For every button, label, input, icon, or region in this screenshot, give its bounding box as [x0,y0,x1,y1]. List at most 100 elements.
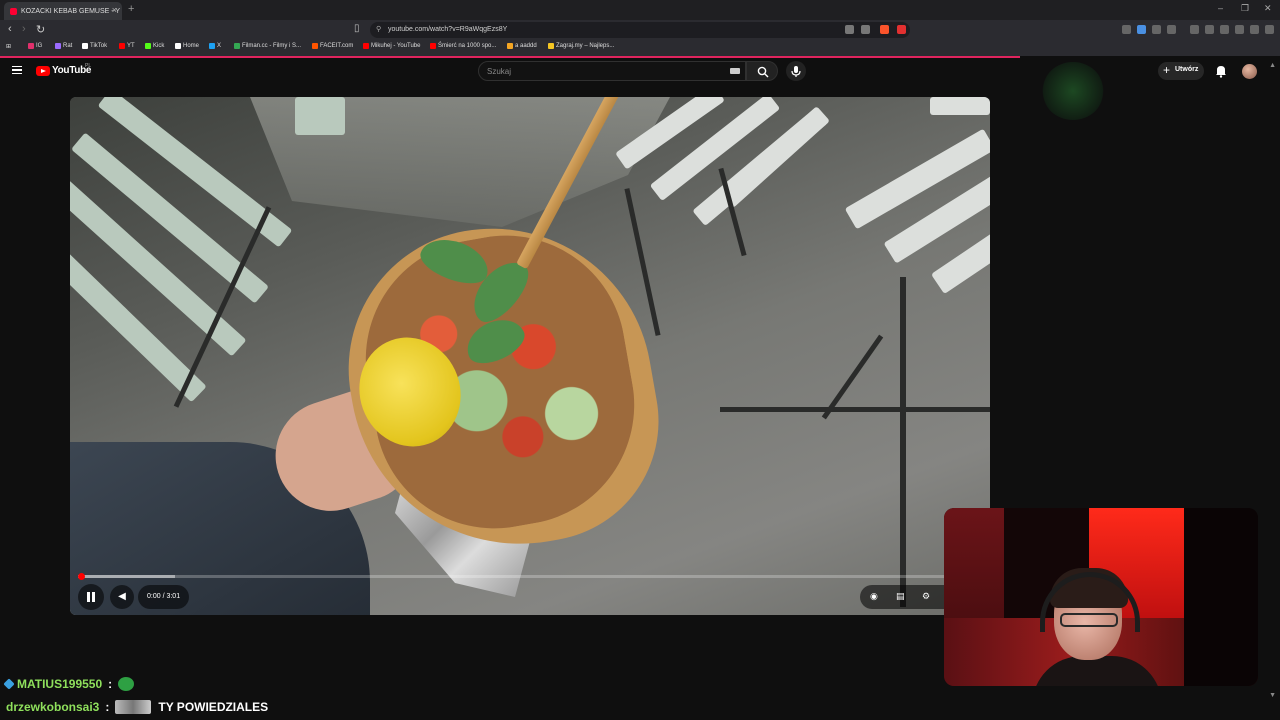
bookmark-item[interactable]: Mikuhej - YouTube [363,43,420,49]
extension-icon[interactable] [1167,25,1176,34]
webcam-overlay [944,508,1258,686]
chat-username: drzewkobonsai3 [6,700,100,714]
tab-active[interactable]: KOZACKI KEBAB GEMUSE - Y × [4,2,122,20]
bookmark-item[interactable]: FACEIT.com [312,43,353,49]
chat-separator: : [105,700,110,714]
pepe-emote-icon [118,677,135,691]
chat-message: drzewkobonsai3 : TY POWIEDZIALES [6,700,268,714]
country-code: PL [85,63,92,69]
buffered-bar [78,575,175,578]
tab-close-icon[interactable]: × [112,5,117,15]
bookmark-favicon-icon [548,43,554,49]
address-toolbar: ‹ › ↻ ▯ ⚲ youtube.com/watch?v=R9aWqgEzs8… [0,20,1280,40]
forward-icon[interactable]: › [22,23,26,35]
youtube-icon [119,43,125,49]
reload-icon[interactable]: ↻ [36,23,45,36]
chair-leg [720,407,990,412]
close-window-icon[interactable]: ✕ [1264,3,1272,14]
bookmark-item[interactable]: YT [119,43,135,49]
apps-icon[interactable]: ⊞ [6,43,11,50]
music-icon[interactable] [1190,25,1199,34]
notifications-bell-icon[interactable] [1214,64,1228,78]
bookmark-favicon-icon [55,43,61,49]
bookmark-item[interactable]: Rat [55,43,72,49]
plus-icon: + [1163,63,1171,77]
search-icon [757,66,769,78]
badge-icon [3,678,15,690]
browser-tab-strip: KOZACKI KEBAB GEMUSE - Y × + – ❐ ✕ [0,0,1280,20]
voice-search-button[interactable] [786,61,806,81]
bookmark-item[interactable]: TikTok [82,43,107,49]
streamer-body [1032,656,1162,686]
bookmark-item[interactable]: IG [28,43,42,49]
bookmarks-bar: ⊞ IG Rat TikTok YT Kick Home X Filman.cc… [0,40,1280,56]
sidebar-icon[interactable] [1205,25,1214,34]
extension-icon[interactable] [1122,25,1131,34]
scroll-up-icon[interactable]: ▲ [1269,62,1276,69]
bookmark-icon[interactable]: ▯ [354,23,360,34]
bookmark-item[interactable]: Zagraj.my – Najleps... [548,43,614,49]
bookmark-item[interactable]: Śmierć na 1000 spo... [430,43,496,49]
scroll-down-icon[interactable]: ▼ [1269,692,1276,699]
autoplay-icon[interactable]: ◉ [870,591,878,602]
bookmark-item[interactable]: Filman.cc - Filmy i S... [234,43,301,49]
new-tab-icon[interactable]: + [128,3,134,15]
bookmark-item[interactable]: a aaddd [507,43,537,49]
streamer [1032,568,1162,686]
chat-message: MATIUS199550 : [3,677,135,691]
extension-icon[interactable] [1235,25,1244,34]
subtitles-icon[interactable]: ▤ [896,591,905,602]
cast-icon[interactable] [845,25,854,34]
extension-icon[interactable] [1152,25,1161,34]
bookmark-item[interactable]: Kick [145,43,164,49]
avatar[interactable] [1242,64,1257,79]
search-input[interactable]: Szukaj [478,61,746,81]
keyboard-icon[interactable] [730,68,740,74]
tab-title: KOZACKI KEBAB GEMUSE - Y [21,7,121,15]
video-player[interactable]: ◀ 0:00 / 3:01 ◉ ▤ ⚙ ▣ [70,97,990,615]
settings-gear-icon[interactable]: ⚙ [922,591,930,602]
minimize-icon[interactable]: – [1218,3,1223,13]
volume-button[interactable]: ◀ [110,585,134,609]
time-display: 0:00 / 3:01 [138,585,190,609]
bookmark-favicon-icon [209,43,215,49]
url-field[interactable]: ⚲ youtube.com/watch?v=R9aWqgEzs8Y [370,22,910,38]
bookmark-favicon-icon [234,43,240,49]
image-emote-icon [115,700,152,714]
vpn-icon[interactable] [1250,25,1259,34]
back-icon[interactable]: ‹ [8,23,12,35]
url-text: youtube.com/watch?v=R9aWqgEzs8Y [388,26,508,33]
youtube-favicon-icon [10,7,17,15]
brave-shield-icon[interactable] [880,25,889,34]
progress-bar[interactable] [78,573,958,580]
search-button[interactable] [746,61,778,81]
brave-rewards-icon[interactable] [897,25,906,34]
pause-button[interactable] [78,584,104,610]
chat-username: MATIUS199550 [17,677,103,691]
extension-icon[interactable] [1137,25,1146,34]
bookmark-favicon-icon [507,43,513,49]
x-icon [175,43,181,49]
maximize-icon[interactable]: ❐ [1241,3,1249,14]
menu-icon[interactable] [12,66,22,74]
create-button[interactable]: + Utwórz [1158,62,1204,80]
webcam-dark-area [1184,508,1258,686]
instagram-icon [28,43,34,49]
menu-icon[interactable] [1265,25,1274,34]
bookmark-item[interactable]: Home [175,43,199,49]
site-info-icon[interactable]: ⚲ [376,25,381,33]
youtube-icon [430,43,436,49]
wallet-icon[interactable] [1220,25,1229,34]
bookmark-item[interactable]: X [209,43,221,49]
faceit-icon [312,43,318,49]
microphone-icon [791,66,801,77]
chat-text: TY POWIEDZIALES [158,700,269,714]
chair-slat [930,97,990,115]
kick-icon [145,43,151,49]
chair-leg [900,277,906,607]
share-icon[interactable] [861,25,870,34]
youtube-logo-icon[interactable] [36,66,50,76]
volume-icon: ◀ [118,591,126,602]
scrubber-handle[interactable] [78,573,85,580]
youtube-icon [363,43,369,49]
